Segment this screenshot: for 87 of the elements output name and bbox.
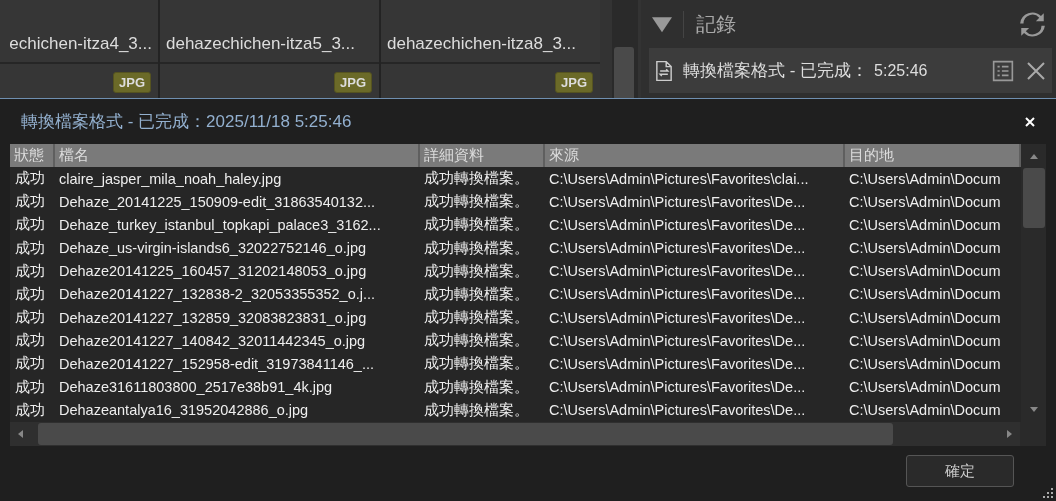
- table-cell-text: C:\Users\Admin\Pictures\Favorites\De...: [548, 378, 807, 398]
- table-cell-text: C:\Users\Admin\Docum: [848, 285, 1002, 305]
- resize-grip-icon[interactable]: [1043, 488, 1053, 498]
- table-cell: 成功: [10, 167, 54, 191]
- table-cell-text: C:\Users\Admin\Pictures\Favorites\De...: [548, 192, 807, 212]
- table-cell-text: 成功轉換檔案。: [423, 354, 530, 374]
- table-cell-text: 成功: [14, 284, 46, 304]
- scroll-up-icon[interactable]: [1028, 152, 1039, 160]
- file-name: echichen-itza4_3...: [9, 34, 152, 54]
- scrollbar-thumb[interactable]: [38, 423, 893, 445]
- table-cell-text: 成功轉換檔案。: [423, 192, 530, 212]
- table-cell-text: C:\Users\Admin\Docum: [848, 239, 1002, 259]
- collapse-triangle-icon[interactable]: [651, 14, 673, 34]
- table-cell-text: C:\Users\Admin\Docum: [848, 215, 1002, 235]
- table-cell-text: 成功: [14, 261, 46, 281]
- table-cell-text: C:\Users\Admin\Pictures\Favorites\De...: [548, 285, 807, 305]
- table-cell-text: Dehazeantalya16_31952042886_o.jpg: [58, 401, 310, 421]
- table-cell-text: C:\Users\Admin\Docum: [848, 331, 1002, 351]
- table-cell-text: 成功: [14, 331, 46, 351]
- column-header[interactable]: 目的地: [844, 144, 1020, 167]
- table-cell-text: C:\Users\Admin\Docum: [848, 401, 1002, 421]
- table-cell-text: C:\Users\Admin\Docum: [848, 308, 1002, 328]
- table-cell-text: 成功轉換檔案。: [423, 261, 530, 281]
- table-cell-text: Dehaze_20141225_150909-edit_31863540132...: [58, 192, 377, 212]
- task-time: 5:25:46: [874, 61, 929, 80]
- table-cell-text: 成功轉換檔案。: [423, 331, 530, 351]
- table-cell: 成功轉換檔案。: [419, 167, 544, 191]
- table-cell-text: C:\Users\Admin\Docum: [848, 192, 1002, 212]
- table-cell-text: 成功轉換檔案。: [423, 238, 530, 258]
- table-cell-text: 成功: [14, 308, 46, 328]
- table-cell-text: 成功: [14, 377, 46, 397]
- table-cell-text: Dehaze_turkey_istanbul_topkapi_palace3_3162...: [58, 215, 382, 235]
- horizontal-scrollbar[interactable]: [10, 422, 1020, 446]
- file-type-badge: JPG: [555, 71, 593, 93]
- scroll-left-icon[interactable]: [16, 429, 24, 439]
- table-cell-text: C:\Users\Admin\Pictures\Favorites\De...: [548, 331, 807, 351]
- scrollbar-thumb[interactable]: [614, 47, 634, 98]
- table-cell-text: Dehaze20141227_132859_32083823831_o.jpg: [58, 308, 368, 328]
- scrollbar-thumb[interactable]: [1022, 168, 1045, 228]
- table-cell-text: 成功: [14, 354, 46, 374]
- table-cell: C:\Users\Admin\Pictures\Favorites\clai...: [544, 167, 844, 191]
- panel-title: 記錄: [683, 10, 1019, 38]
- scrollbar[interactable]: [612, 0, 638, 98]
- table-cell-text: C:\Users\Admin\Docum: [848, 378, 1002, 398]
- file-type-badge: JPG: [113, 71, 151, 93]
- table-cell-text: Dehaze20141227_132838-2_32053355352_o.j...: [58, 285, 377, 305]
- table-cell-text: C:\Users\Admin\Docum: [848, 354, 1002, 374]
- table-cell: C:\Users\Admin\Docum: [844, 167, 1020, 191]
- table-cell-text: 成功: [14, 238, 46, 258]
- refresh-icon[interactable]: [1019, 10, 1046, 38]
- column-header[interactable]: 來源: [544, 144, 844, 167]
- table-cell-text: 成功: [14, 400, 46, 420]
- table-cell-text: Dehaze20141227_152958-edit_31973841146_...: [58, 354, 375, 374]
- table-cell-text: 成功: [14, 192, 46, 212]
- table-cell-text: 成功轉換檔案。: [423, 308, 530, 328]
- table-cell-text: C:\Users\Admin\Pictures\Favorites\De...: [548, 215, 807, 235]
- table-cell-text: C:\Users\Admin\Pictures\Favorites\De...: [548, 262, 807, 282]
- table-cell-text: Dehaze20141225_160457_31202148053_o.jpg: [58, 262, 368, 282]
- file-name: dehazechichen-itza5_3...: [166, 34, 356, 54]
- table-cell-text: 成功轉換檔案。: [423, 377, 530, 397]
- table-cell-text: 成功: [14, 215, 46, 235]
- ok-button[interactable]: 確定: [906, 455, 1014, 487]
- document-icon: [655, 59, 673, 82]
- table-cell-text: C:\Users\Admin\Pictures\Favorites\De...: [548, 239, 807, 259]
- scroll-down-icon[interactable]: [1028, 406, 1039, 414]
- file-name: dehazechichen-itza8_3...: [387, 34, 577, 54]
- task-title: 轉換檔案格式 - 已完成：: [683, 60, 869, 82]
- scroll-right-icon[interactable]: [1006, 429, 1014, 439]
- vertical-scrollbar[interactable]: [1021, 144, 1046, 422]
- table-cell-text: C:\Users\Admin\Pictures\Favorites\De...: [548, 308, 807, 328]
- table-cell-text: Dehaze31611803800_2517e38b91_4k.jpg: [58, 378, 334, 398]
- column-header[interactable]: 狀態: [10, 144, 54, 167]
- table-cell-text: 成功轉換檔案。: [423, 400, 530, 420]
- list-icon[interactable]: [992, 59, 1014, 82]
- column-header[interactable]: 檔名: [54, 144, 419, 167]
- table-cell-text: C:\Users\Admin\Docum: [848, 262, 1002, 282]
- table-cell-text: Dehaze_us-virgin-islands6_32022752146_o.jpg: [58, 239, 368, 259]
- table-cell-text: Dehaze20141227_140842_32011442345_o.jpg: [58, 331, 367, 351]
- table-cell-text: C:\Users\Admin\Pictures\Favorites\De...: [548, 401, 807, 421]
- column-header[interactable]: 詳細資料: [419, 144, 544, 167]
- table-cell: claire_jasper_mila_noah_haley.jpg: [54, 167, 419, 191]
- table-cell-text: C:\Users\Admin\Pictures\Favorites\De...: [548, 354, 807, 374]
- table-cell-text: 成功轉換檔案。: [423, 284, 530, 304]
- table-cell-text: 成功轉換檔案。: [423, 215, 530, 235]
- task-item[interactable]: 轉換檔案格式 - 已完成： 5:25:46: [649, 48, 1052, 93]
- file-type-badge: JPG: [334, 71, 372, 93]
- dialog-title: 轉換檔案格式 - 已完成：2025/11/18 5:25:46: [21, 111, 353, 133]
